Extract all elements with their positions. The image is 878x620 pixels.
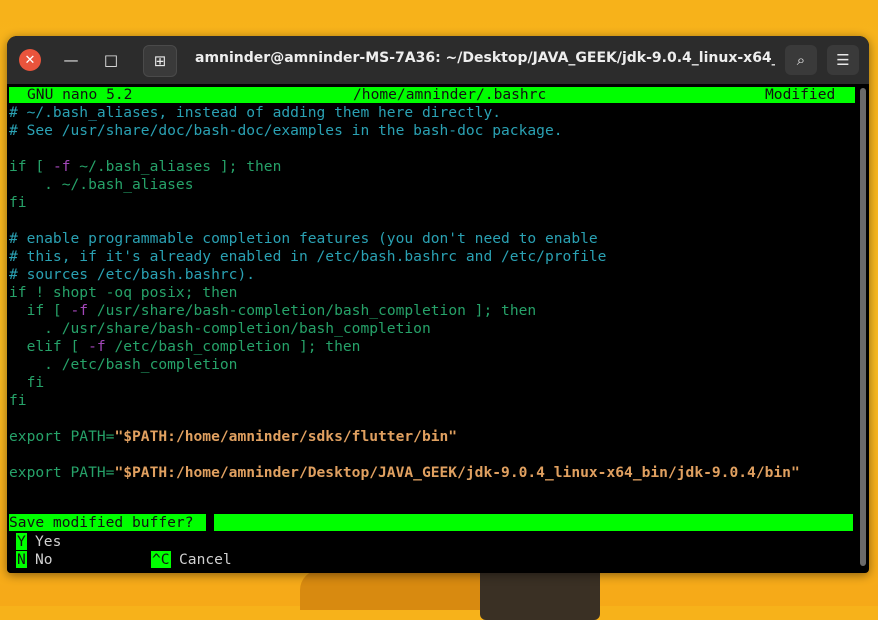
- code-token: # this, if it's already enabled in /etc/…: [9, 248, 607, 265]
- code-token: # See /usr/share/doc/bash-doc/examples i…: [9, 122, 563, 139]
- code-line: . /etc/bash_completion: [9, 356, 237, 374]
- code-line: # this, if it's already enabled in /etc/…: [9, 248, 606, 266]
- code-token: # enable programmable completion feature…: [9, 230, 598, 247]
- code-token: /usr/share/bash-completion/bash_completi…: [88, 302, 537, 319]
- nano-filename: /home/amninder/.bashrc: [353, 86, 547, 103]
- save-prompt: Save modified buffer?: [9, 514, 207, 531]
- option-cancel-label[interactable]: Cancel: [179, 551, 232, 568]
- code-line: # enable programmable completion feature…: [9, 230, 598, 248]
- background-shape: [300, 570, 500, 610]
- code-token: fi: [9, 392, 27, 409]
- option-yes-key[interactable]: Y: [16, 533, 27, 550]
- code-token: "$PATH:/home/amninder/sdks/flutter/bin": [114, 428, 458, 445]
- code-line: export PATH="$PATH:/home/amninder/Deskto…: [9, 464, 800, 482]
- code-token: -f: [70, 302, 89, 319]
- option-no-label[interactable]: No: [35, 551, 53, 568]
- code-token: -f: [88, 338, 106, 355]
- minimize-button[interactable]: —: [55, 45, 87, 75]
- code-token: "$PATH:/home/amninder/Desktop/JAVA_GEEK/…: [114, 464, 800, 481]
- maximize-button[interactable]: □: [95, 45, 127, 75]
- nano-header: GNU nano 5.2 /home/amninder/.bashrc Modi…: [9, 87, 855, 103]
- search-button[interactable]: ⌕: [785, 45, 817, 75]
- window-title: amninder@amninder-MS-7A36: ~/Desktop/JAV…: [195, 50, 775, 66]
- code-token: # sources /etc/bash.bashrc).: [9, 266, 256, 283]
- new-tab-icon: ⊞: [153, 52, 167, 70]
- menu-button[interactable]: ☰: [827, 45, 859, 75]
- terminal-window: ✕ — □ ⊞ amninder@amninder-MS-7A36: ~/Des…: [7, 36, 869, 573]
- maximize-icon: □: [103, 51, 119, 69]
- code-token: if ! shopt -oq posix; then: [9, 284, 238, 301]
- option-no-key[interactable]: N: [16, 551, 27, 568]
- code-token: . /etc/bash_completion: [9, 356, 238, 373]
- option-yes-label[interactable]: Yes: [35, 533, 61, 550]
- code-line: . ~/.bash_aliases: [9, 176, 194, 194]
- nano-status: Modified: [765, 86, 836, 103]
- code-token: ~/.bash_aliases ]; then: [70, 158, 282, 175]
- code-token: export PATH=: [9, 428, 115, 445]
- code-line: if [ -f ~/.bash_aliases ]; then: [9, 158, 281, 176]
- option-cancel-key[interactable]: ^C: [151, 551, 171, 568]
- code-token: if [: [9, 158, 53, 175]
- hamburger-menu-icon: ☰: [836, 51, 850, 69]
- code-token: fi: [9, 194, 27, 211]
- code-token: if [: [9, 302, 71, 319]
- code-line: # ~/.bash_aliases, instead of adding the…: [9, 104, 501, 122]
- code-line: . /usr/share/bash-completion/bash_comple…: [9, 320, 431, 338]
- code-line: elif [ -f /etc/bash_completion ]; then: [9, 338, 361, 356]
- close-button[interactable]: ✕: [19, 49, 41, 71]
- search-icon: ⌕: [796, 51, 806, 69]
- minimize-icon: —: [63, 51, 79, 69]
- code-token: fi: [9, 374, 45, 391]
- code-line: fi: [9, 374, 45, 392]
- code-line: if [ -f /usr/share/bash-completion/bash_…: [9, 302, 537, 320]
- close-icon: ✕: [24, 52, 36, 68]
- scrollbar[interactable]: [860, 88, 866, 566]
- code-token: /etc/bash_completion ]; then: [105, 338, 361, 355]
- code-line: # sources /etc/bash.bashrc).: [9, 266, 255, 284]
- code-token: -f: [52, 158, 71, 175]
- code-token: # ~/.bash_aliases, instead of adding the…: [9, 104, 502, 121]
- code-line: export PATH="$PATH:/home/amninder/sdks/f…: [9, 428, 457, 446]
- new-tab-button[interactable]: ⊞: [143, 45, 177, 77]
- prompt-fill: [214, 514, 853, 531]
- code-token: elif [: [9, 338, 89, 355]
- code-line: fi: [9, 194, 27, 212]
- code-token: . ~/.bash_aliases: [9, 176, 194, 193]
- titlebar: ✕ — □ ⊞ amninder@amninder-MS-7A36: ~/Des…: [7, 36, 869, 84]
- code-line: fi: [9, 392, 27, 410]
- terminal-content[interactable]: GNU nano 5.2 /home/amninder/.bashrc Modi…: [7, 84, 857, 573]
- code-line: if ! shopt -oq posix; then: [9, 284, 237, 302]
- code-token: . /usr/share/bash-completion/bash_comple…: [9, 320, 431, 337]
- nano-version: GNU nano 5.2: [27, 86, 133, 103]
- code-token: export PATH=: [9, 464, 115, 481]
- code-line: # See /usr/share/doc/bash-doc/examples i…: [9, 122, 563, 140]
